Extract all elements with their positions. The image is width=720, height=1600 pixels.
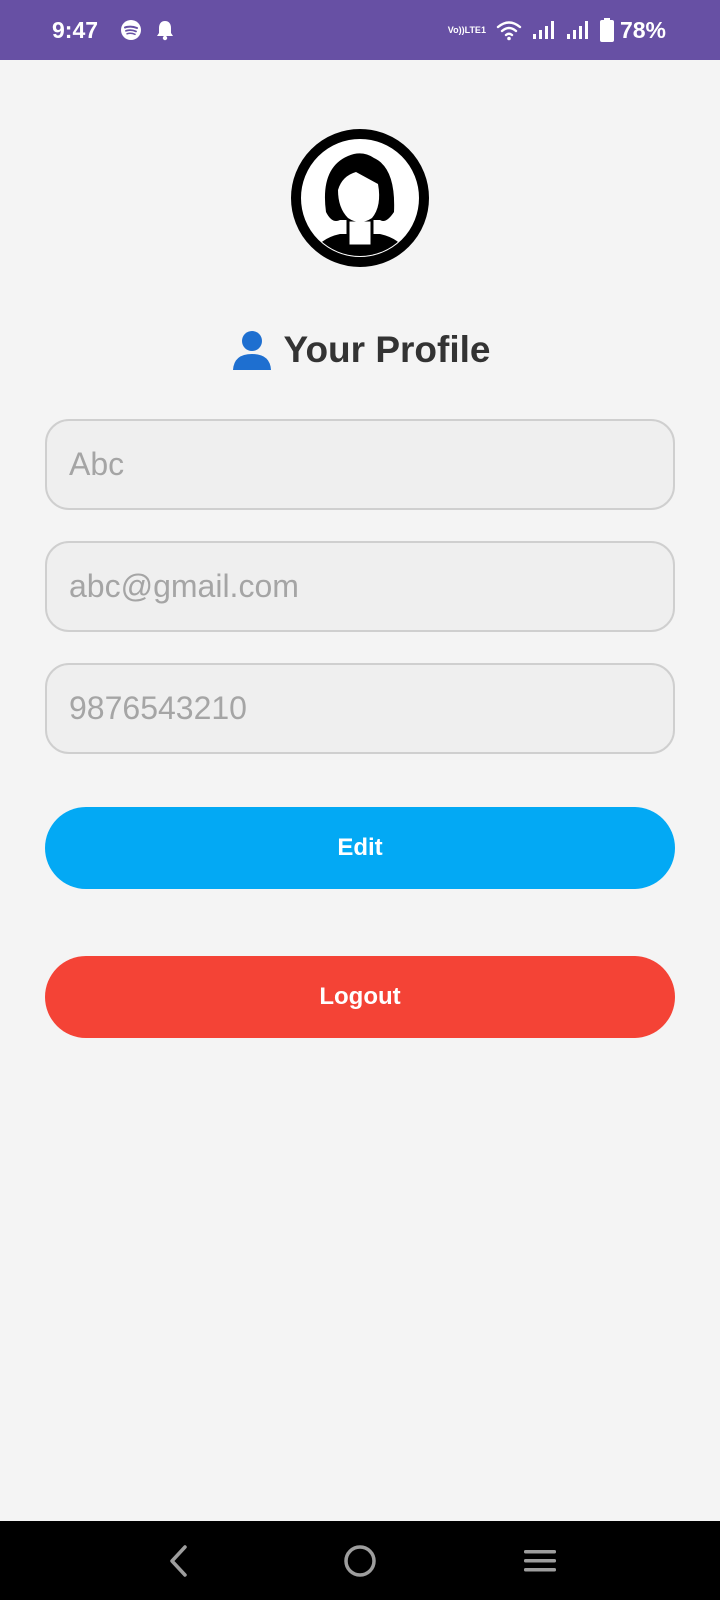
signal-icon	[566, 19, 590, 41]
phone-field[interactable]	[45, 663, 675, 754]
edit-button[interactable]: Edit	[45, 807, 675, 889]
back-icon[interactable]	[150, 1531, 210, 1591]
volte-icon: Vo)) LTE1	[447, 24, 486, 35]
logout-button[interactable]: Logout	[45, 956, 675, 1038]
volte-bottom-label: LTE1	[464, 24, 486, 35]
notification-bell-icon	[154, 19, 176, 41]
battery-percentage: 78%	[619, 16, 666, 43]
spotify-icon	[120, 19, 142, 41]
email-field[interactable]	[45, 541, 675, 632]
status-bar-left: 9:47	[52, 17, 188, 44]
person-icon	[230, 328, 274, 372]
page-title: Your Profile	[283, 329, 491, 370]
battery-icon	[599, 18, 614, 42]
status-bar: 9:47 Vo)) LTE1 78%	[0, 0, 720, 60]
name-field[interactable]	[45, 419, 675, 510]
status-time: 9:47	[52, 16, 99, 43]
profile-heading: Your Profile	[0, 322, 720, 378]
user-avatar-icon	[290, 128, 430, 268]
home-icon[interactable]	[330, 1531, 390, 1591]
system-navigation-bar	[0, 1521, 720, 1600]
recents-icon[interactable]	[510, 1531, 570, 1591]
wifi-icon	[496, 19, 522, 41]
status-bar-right: Vo)) LTE1 78%	[438, 17, 666, 44]
volte-top-label: Vo))	[447, 24, 465, 35]
signal-icon	[532, 19, 556, 41]
